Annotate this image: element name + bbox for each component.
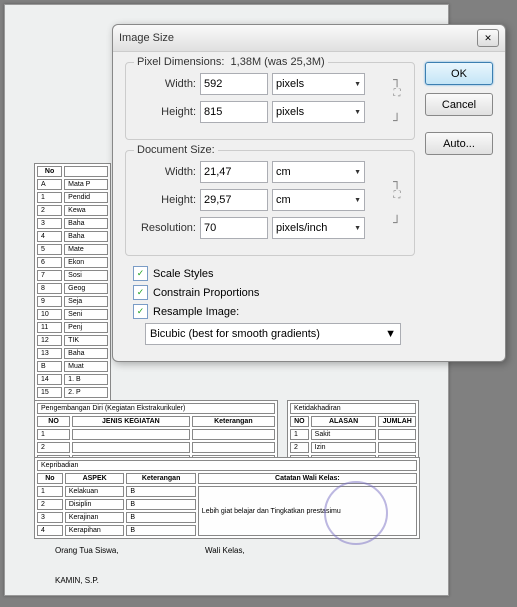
- close-icon: ✕: [484, 33, 492, 44]
- resolution-input[interactable]: [200, 217, 268, 239]
- signature-block: Wali Kelas,: [205, 546, 245, 555]
- close-button[interactable]: ✕: [477, 29, 499, 47]
- pixel-width-unit-select[interactable]: pixels▼: [272, 73, 365, 95]
- cancel-button[interactable]: Cancel: [425, 93, 493, 116]
- pixel-width-input[interactable]: [200, 73, 268, 95]
- chevron-down-icon: ▼: [354, 109, 361, 116]
- resample-image-label: Resample Image:: [153, 306, 239, 318]
- scale-styles-label: Scale Styles: [153, 268, 214, 280]
- width-label: Width:: [136, 78, 196, 90]
- scale-styles-checkbox[interactable]: ✓: [133, 266, 148, 281]
- chevron-down-icon: ▼: [354, 169, 361, 176]
- doc-width-unit-select[interactable]: cm▼: [272, 161, 365, 183]
- ok-button[interactable]: OK: [425, 62, 493, 85]
- auto-button[interactable]: Auto...: [425, 132, 493, 155]
- chevron-down-icon: ▼: [354, 225, 361, 232]
- signature-block: Orang Tua Siswa,: [55, 546, 119, 555]
- titlebar[interactable]: Image Size ✕: [113, 25, 505, 52]
- doc-height-label: Height:: [136, 194, 196, 206]
- doc-width-label: Width:: [136, 166, 196, 178]
- constrain-proportions-checkbox[interactable]: ✓: [133, 285, 148, 300]
- pixel-height-input[interactable]: [200, 101, 268, 123]
- dialog-title: Image Size: [119, 32, 174, 44]
- constrain-proportions-label: Constrain Proportions: [153, 287, 259, 299]
- stamp: [324, 481, 388, 545]
- pixel-dimensions-group: Pixel Dimensions: 1,38M (was 25,3M) Widt…: [125, 62, 415, 140]
- doc-height-input[interactable]: [200, 189, 268, 211]
- height-label: Height:: [136, 106, 196, 118]
- signature-name: KAMIN, S.P.: [55, 576, 99, 585]
- resolution-unit-select[interactable]: pixels/inch▼: [272, 217, 365, 239]
- chevron-down-icon: ▼: [354, 81, 361, 88]
- constrain-link-icon: ┐⛶┘: [390, 73, 404, 129]
- doc-height-unit-select[interactable]: cm▼: [272, 189, 365, 211]
- resample-image-checkbox[interactable]: ✓: [133, 304, 148, 319]
- pixel-height-unit-select[interactable]: pixels▼: [272, 101, 365, 123]
- chevron-down-icon: ▼: [354, 197, 361, 204]
- resolution-label: Resolution:: [136, 222, 196, 234]
- table-header: No: [37, 166, 62, 177]
- image-size-dialog: Image Size ✕ Pixel Dimensions: 1,38M (wa…: [112, 24, 506, 362]
- constrain-link-icon: ┐⛶┘: [390, 175, 404, 231]
- resample-method-select[interactable]: Bicubic (best for smooth gradients)▼: [145, 323, 401, 345]
- doc-width-input[interactable]: [200, 161, 268, 183]
- document-size-group: Document Size: Width: cm▼ Height: cm▼ Re…: [125, 150, 415, 256]
- chevron-down-icon: ▼: [385, 328, 396, 340]
